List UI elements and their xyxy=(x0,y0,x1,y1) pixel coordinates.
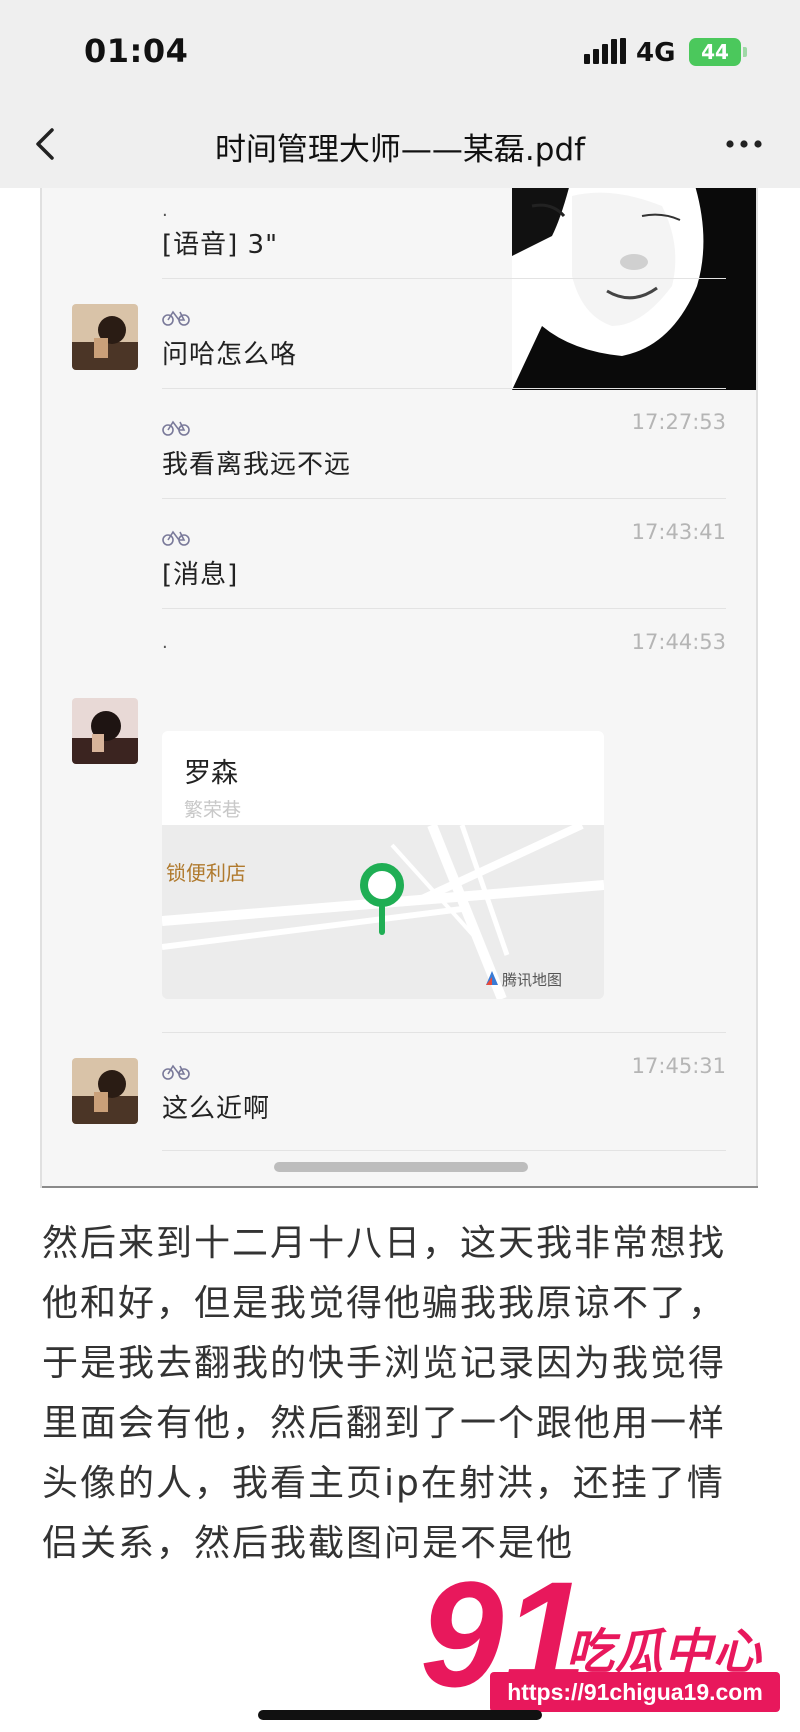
sender-mark: . xyxy=(162,200,168,221)
bike-icon xyxy=(162,310,190,326)
divider xyxy=(162,388,726,389)
location-card[interactable]: 罗森 繁荣巷 锁便利店 腾讯地图 xyxy=(162,731,604,999)
watermark-url: https://91chigua19.com xyxy=(490,1672,780,1712)
message-time: 17:43:41 xyxy=(631,520,726,544)
location-name: 罗森 xyxy=(184,758,238,789)
divider xyxy=(162,498,726,499)
avatar[interactable] xyxy=(72,304,138,370)
signal-icon xyxy=(584,38,626,64)
network-label: 4G xyxy=(636,38,676,68)
document-title: 时间管理大师——某磊.pdf xyxy=(214,132,586,168)
bike-icon xyxy=(162,530,190,546)
home-indicator xyxy=(258,1710,542,1720)
nav-bar: 时间管理大师——某磊.pdf xyxy=(0,100,800,188)
status-time: 01:04 xyxy=(84,32,189,70)
message-text: [消息] xyxy=(162,560,239,590)
divider xyxy=(162,1032,726,1033)
map-brand-label: 腾讯地图 xyxy=(502,971,563,989)
chat-screenshot: . [语音] 3" 问哈怎么咯 17:27:53 我看离我远不远 17:43:4… xyxy=(40,188,758,1188)
more-options-icon[interactable] xyxy=(724,136,764,152)
battery-level: 44 xyxy=(701,40,729,64)
battery-cap-icon xyxy=(743,47,747,57)
location-address: 繁荣巷 xyxy=(184,799,242,821)
divider xyxy=(162,278,726,279)
divider xyxy=(162,1150,726,1151)
scroll-indicator xyxy=(274,1162,528,1172)
message-time: 17:27:53 xyxy=(631,410,726,434)
status-bar: 01:04 4G 44 xyxy=(0,0,800,100)
message-text: [语音] 3" xyxy=(162,230,279,260)
bike-icon xyxy=(162,1064,190,1080)
message-text: 问哈怎么咯 xyxy=(162,340,298,370)
message-time: 17:45:31 xyxy=(631,1054,726,1078)
screenshot-border xyxy=(42,1186,758,1188)
divider xyxy=(162,608,726,609)
message-time: 17:44:53 xyxy=(631,630,726,654)
sender-mark: . xyxy=(162,632,168,653)
battery-indicator: 44 xyxy=(689,38,741,66)
location-map: 锁便利店 腾讯地图 xyxy=(162,825,604,999)
message-text: 这么近啊 xyxy=(162,1094,271,1124)
back-chevron-icon[interactable] xyxy=(30,122,60,166)
sketch-face-image xyxy=(512,188,756,390)
article-paragraph: 然后来到十二月十八日，这天我非常想找他和好，但是我觉得他骗我我原谅不了，于是我去… xyxy=(42,1223,727,1564)
avatar[interactable] xyxy=(72,698,138,764)
message-text: 我看离我远不远 xyxy=(162,450,352,480)
map-store-label: 锁便利店 xyxy=(166,861,246,885)
location-pin-icon xyxy=(360,863,404,935)
tencent-map-icon xyxy=(486,971,498,985)
bike-icon xyxy=(162,420,190,436)
avatar[interactable] xyxy=(72,1058,138,1124)
